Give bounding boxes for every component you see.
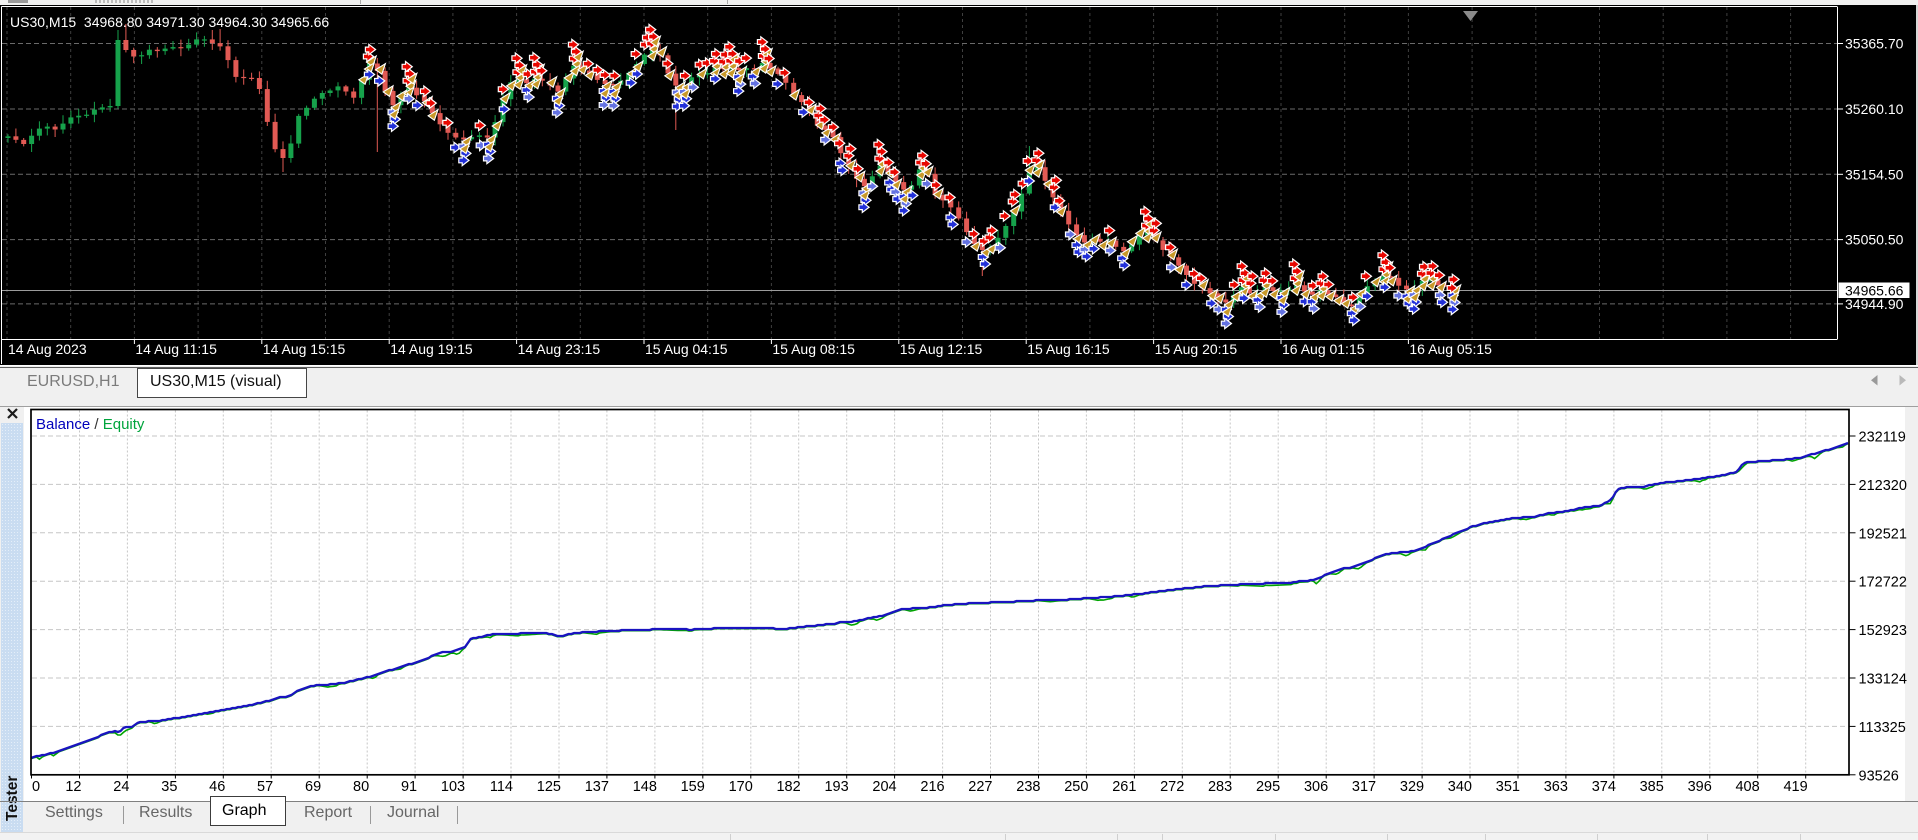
svg-text:261: 261 [1112, 779, 1136, 795]
svg-text:Tester: Tester [4, 776, 21, 821]
svg-text:170: 170 [729, 779, 753, 795]
svg-text:192521: 192521 [1859, 526, 1907, 542]
svg-text:238: 238 [1016, 779, 1040, 795]
svg-text:80: 80 [353, 779, 369, 795]
svg-text:46: 46 [209, 779, 225, 795]
svg-text:113325: 113325 [1859, 720, 1906, 736]
svg-text:103: 103 [441, 779, 465, 795]
svg-text:137: 137 [585, 779, 609, 795]
svg-text:93526: 93526 [1859, 768, 1899, 784]
svg-text:216: 216 [920, 779, 944, 795]
svg-text:295: 295 [1256, 779, 1280, 795]
svg-text:250: 250 [1064, 779, 1088, 795]
svg-text:212320: 212320 [1859, 478, 1907, 494]
svg-text:283: 283 [1208, 779, 1232, 795]
svg-text:340: 340 [1448, 779, 1472, 795]
svg-text:152923: 152923 [1859, 623, 1907, 639]
svg-text:408: 408 [1735, 779, 1759, 795]
svg-text:35: 35 [161, 779, 177, 795]
svg-text:24: 24 [113, 779, 129, 795]
svg-text:227: 227 [968, 779, 992, 795]
svg-text:12: 12 [65, 779, 81, 795]
svg-text:329: 329 [1400, 779, 1424, 795]
svg-text:204: 204 [872, 779, 896, 795]
svg-text:419: 419 [1783, 779, 1807, 795]
svg-text:69: 69 [305, 779, 321, 795]
svg-text:193: 193 [824, 779, 848, 795]
svg-text:306: 306 [1304, 779, 1328, 795]
svg-text:396: 396 [1688, 779, 1712, 795]
svg-text:91: 91 [401, 779, 417, 795]
svg-text:Balance / Equity: Balance / Equity [36, 416, 145, 433]
svg-text:133124: 133124 [1859, 672, 1907, 688]
svg-text:272: 272 [1160, 779, 1184, 795]
svg-text:148: 148 [633, 779, 657, 795]
svg-text:374: 374 [1592, 779, 1616, 795]
svg-text:232119: 232119 [1859, 430, 1906, 446]
svg-text:159: 159 [681, 779, 705, 795]
svg-text:317: 317 [1352, 779, 1376, 795]
svg-text:351: 351 [1496, 779, 1520, 795]
svg-text:172722: 172722 [1859, 575, 1907, 591]
svg-text:363: 363 [1544, 779, 1568, 795]
svg-text:125: 125 [537, 779, 561, 795]
svg-text:385: 385 [1640, 779, 1664, 795]
svg-text:57: 57 [257, 779, 273, 795]
svg-text:114: 114 [490, 779, 513, 795]
svg-text:0: 0 [32, 779, 40, 795]
svg-text:182: 182 [776, 779, 800, 795]
